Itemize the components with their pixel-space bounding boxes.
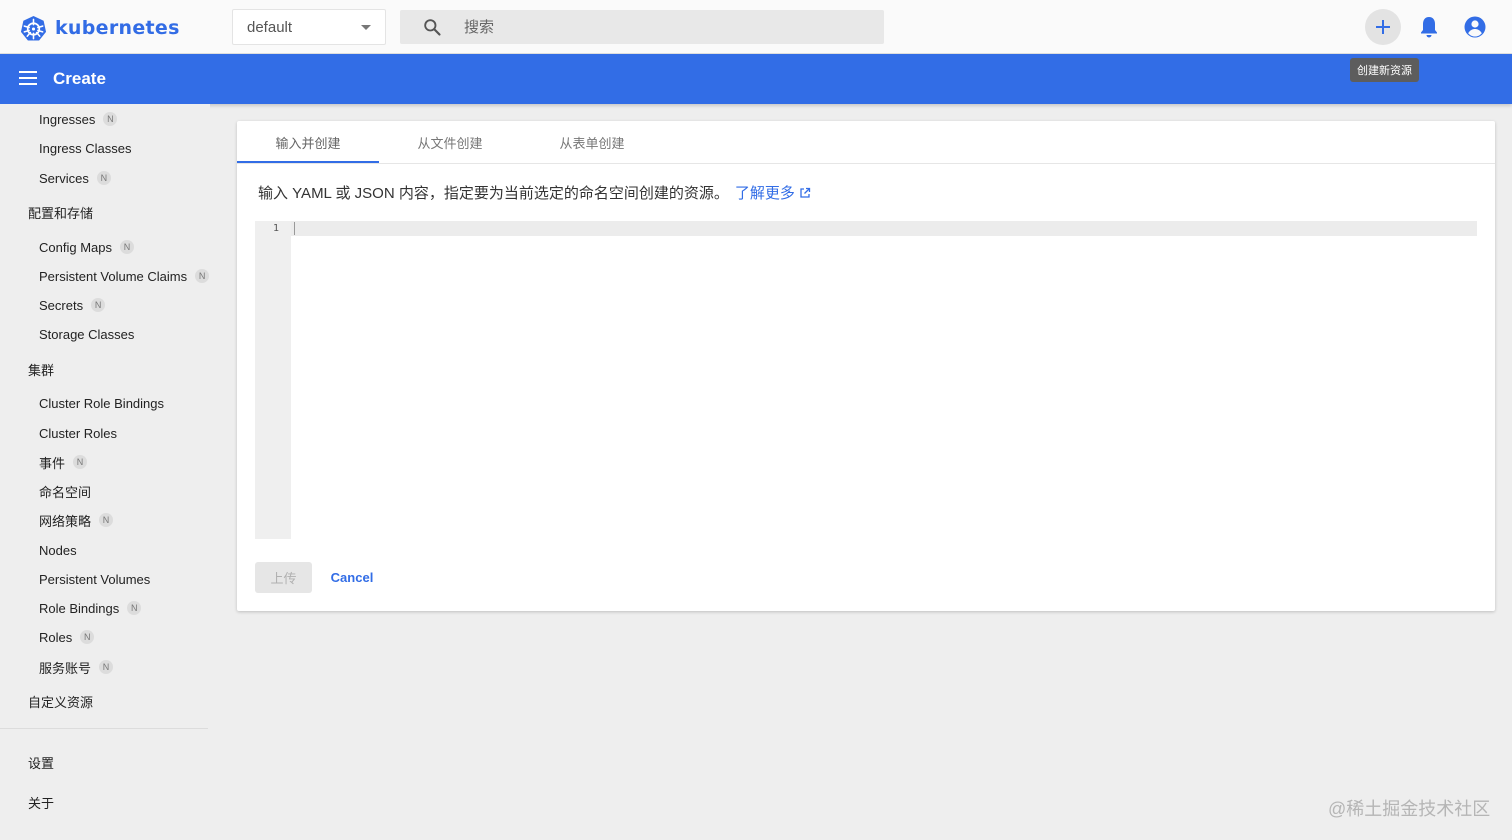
bell-icon [1421,17,1437,38]
namespace-select[interactable]: default [232,9,386,45]
create-tabs: 输入并创建 从文件创建 从表单创建 [237,121,1495,164]
search-bar [400,10,884,44]
sidebar-item-label: 事件 [39,455,66,471]
sidebar-item-label: Role Bindings [39,600,120,616]
sidebar-item-label: Roles [39,629,73,645]
editor-gutter [255,221,291,539]
action-bar: Create [0,54,1512,104]
namespaced-badge: N [195,269,210,283]
sidebar-item-services[interactable]: Services N [39,168,111,188]
sidebar-item-label: Cluster Role Bindings [39,395,165,411]
sidebar-item-role-bindings[interactable]: Role Bindings N [39,598,142,618]
description-text: 输入 YAML 或 JSON 内容，指定要为当前选定的命名空间创建的资源。 [258,185,729,202]
active-tab-indicator [237,161,379,163]
page-title: Create [53,69,106,88]
search-input[interactable] [464,10,864,44]
sidebar-item-label: Services [39,170,89,186]
namespaced-badge: N [91,298,106,312]
sidebar-item-label: Secrets [39,297,84,313]
create-resource-button[interactable] [1365,9,1401,45]
sidebar-item-roles[interactable]: Roles N [39,627,95,647]
create-description: 输入 YAML 或 JSON 内容，指定要为当前选定的命名空间创建的资源。 了解… [258,182,811,203]
sidebar-item-about[interactable]: 关于 [28,792,54,812]
sidebar-item-label: Ingresses [39,111,96,127]
sidebar-item-ingresses[interactable]: Ingresses N [39,109,118,129]
learn-more-link[interactable]: 了解更多 [735,182,811,203]
kubernetes-helm-icon [20,15,47,41]
logo-text: kubernetes [55,17,180,39]
menu-icon[interactable] [19,71,37,85]
namespaced-badge: N [96,171,111,185]
create-card: 输入并创建 从文件创建 从表单创建 输入 YAML 或 JSON 内容，指定要为… [237,121,1495,611]
sidebar-item-label: Ingress Classes [39,140,132,156]
tab-create-from-form[interactable]: 从表单创建 [521,121,663,164]
editor-cursor [294,222,295,235]
sidebar-item-persistent-volumes[interactable]: Persistent Volumes [39,569,150,589]
sidebar-item-events[interactable]: 事件 N [39,452,88,472]
sidebar-item-network-policies[interactable]: 网络策略 N [39,510,114,530]
learn-more-label: 了解更多 [734,185,795,202]
sidebar-item-namespaces[interactable]: 命名空间 [39,481,91,501]
tab-create-from-file[interactable]: 从文件创建 [379,121,521,164]
sidebar: Ingresses N Ingress Classes Services N 配… [0,104,210,840]
dropdown-caret-icon [361,25,371,30]
sidebar-item-service-accounts[interactable]: 服务账号 N [39,657,114,677]
sidebar-item-ingress-classes[interactable]: Ingress Classes [39,138,131,158]
plus-icon [1376,20,1390,34]
sidebar-item-label: Cluster Roles [39,425,118,441]
kubernetes-logo[interactable]: kubernetes [20,14,180,42]
notifications-button[interactable] [1418,15,1440,44]
sidebar-divider [0,728,208,729]
sidebar-item-storage-classes[interactable]: Storage Classes [39,324,134,344]
sidebar-item-cluster-roles[interactable]: Cluster Roles [39,423,117,443]
sidebar-item-label: Persistent Volumes [39,571,151,587]
sidebar-item-label: Config Maps [39,239,112,255]
namespaced-badge: N [127,601,142,615]
editor-line-number: 1 [272,223,279,234]
watermark: @稀土掘金技术社区 [1328,799,1491,819]
sidebar-section-config-storage[interactable]: 配置和存储 [28,202,93,222]
create-resource-tooltip: 创建新资源 [1350,58,1419,82]
upload-button[interactable]: 上传 [255,562,312,593]
namespaced-badge: N [99,513,114,527]
sidebar-item-settings[interactable]: 设置 [28,752,54,772]
sidebar-item-label: Nodes [39,542,77,558]
namespaced-badge: N [103,112,118,126]
sidebar-item-label: 服务账号 [39,660,92,676]
namespace-value: default [247,18,293,36]
sidebar-item-persistent-volume-claims[interactable]: Persistent Volume Claims N [39,266,210,286]
top-toolbar: kubernetes default [0,0,1512,54]
sidebar-item-label: 命名空间 [39,484,92,500]
account-button[interactable] [1463,15,1487,44]
search-icon [424,19,441,36]
sidebar-item-nodes[interactable]: Nodes [39,540,77,560]
cancel-button[interactable]: Cancel [325,562,379,593]
namespaced-badge: N [99,660,114,674]
account-circle-icon [1464,16,1486,38]
sidebar-item-label: Storage Classes [39,326,135,342]
sidebar-item-secrets[interactable]: Secrets N [39,295,106,315]
namespaced-badge: N [73,455,88,469]
namespaced-badge: N [80,630,95,644]
sidebar-section-cluster[interactable]: 集群 [28,359,54,379]
sidebar-item-label: 网络策略 [39,513,92,529]
sidebar-item-cluster-role-bindings[interactable]: Cluster Role Bindings [39,393,164,413]
tab-create-from-input[interactable]: 输入并创建 [237,121,379,164]
namespaced-badge: N [119,240,134,254]
open-in-new-icon [800,187,811,198]
sidebar-section-custom-resources[interactable]: 自定义资源 [28,691,93,711]
sidebar-item-config-maps[interactable]: Config Maps N [39,237,134,257]
yaml-editor[interactable]: 1 [255,221,1477,539]
sidebar-item-label: Persistent Volume Claims [39,268,188,284]
editor-active-line [255,221,1477,236]
